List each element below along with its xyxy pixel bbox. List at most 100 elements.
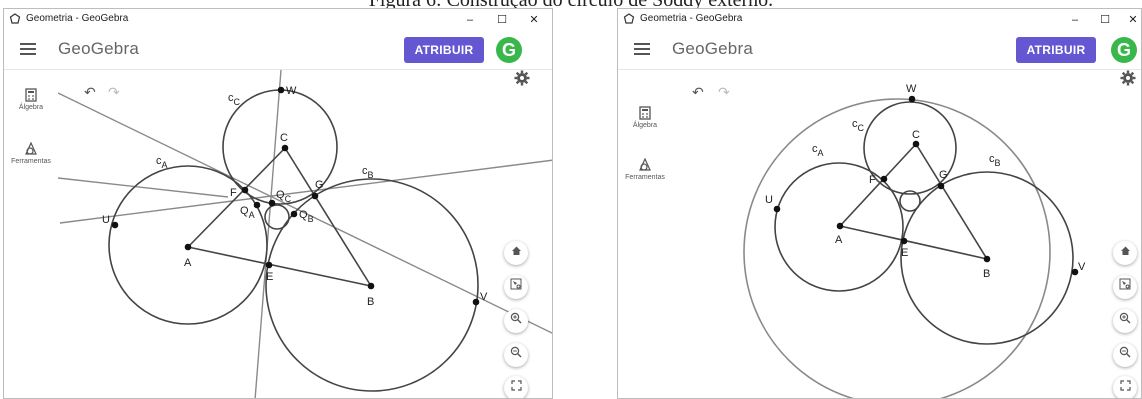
avatar[interactable]: G [496, 37, 522, 63]
minimize-button[interactable]: – [1059, 10, 1091, 30]
construction-drawing: W C cC cA cB F G U A E B V [743, 83, 1086, 398]
sidebar-item-algebra[interactable]: Álgebra [4, 88, 58, 111]
point-U [111, 221, 119, 229]
undo-icon[interactable]: ↶ [692, 84, 704, 101]
label-cB: cB [362, 165, 374, 180]
home-button[interactable] [504, 241, 528, 265]
point-QA [253, 201, 261, 209]
home-button[interactable] [1113, 241, 1137, 265]
geogebra-window-left: Geometria - GeoGebra – ☐ ✕ GeoGebra ATRI… [3, 8, 553, 399]
circle-inner-soddy [264, 204, 290, 230]
zoom-to-fit-button[interactable] [1113, 275, 1137, 299]
brand-logo: GeoGebra [672, 39, 753, 58]
point-A [836, 222, 844, 230]
zoom-in-button[interactable] [504, 309, 528, 333]
app-header: GeoGebra ATRIBUIR G [4, 31, 552, 70]
label-cA: cA [812, 143, 824, 158]
sidebar-label-algebra: Álgebra [18, 104, 44, 111]
title-bar: Geometria - GeoGebra – ☐ ✕ [4, 9, 552, 31]
close-button[interactable]: ✕ [1117, 10, 1141, 30]
fullscreen-button[interactable] [504, 376, 528, 398]
line-vertical-W [254, 70, 282, 398]
label-cA: cA [156, 155, 168, 170]
sidebar: Álgebra Ferramentas [618, 70, 672, 398]
label-QC: QC [276, 189, 292, 204]
sidebar: Álgebra Ferramentas [4, 70, 58, 398]
title-bar: Geometria - GeoGebra – ☐ ✕ [618, 9, 1141, 31]
app-icon [623, 13, 635, 24]
circle-outer-soddy [743, 98, 1051, 398]
label-U: U [102, 214, 110, 226]
close-button[interactable]: ✕ [518, 10, 550, 30]
point-U [773, 205, 781, 213]
label-W: W [286, 85, 297, 97]
point-C [912, 140, 920, 148]
point-W [277, 86, 285, 94]
label-B: B [983, 268, 990, 280]
home-icon [1120, 246, 1130, 255]
point-QC [268, 199, 276, 207]
fullscreen-button[interactable] [1113, 376, 1137, 398]
point-A [184, 243, 192, 251]
menu-icon[interactable] [634, 43, 650, 55]
sidebar-label-tools: Ferramentas [11, 158, 51, 165]
zoom-out-button[interactable] [504, 343, 528, 367]
maximize-button[interactable]: ☐ [486, 10, 518, 30]
zoom-to-fit-icon [510, 278, 522, 290]
tools-icon [639, 158, 651, 171]
minimize-button[interactable]: – [454, 10, 486, 30]
calculator-icon [639, 106, 651, 120]
home-icon [511, 246, 521, 255]
point-C [281, 144, 289, 152]
zoom-to-fit-icon [1119, 278, 1131, 290]
side-AB [187, 246, 372, 287]
side-CB [915, 143, 988, 260]
redo-icon: ↷ [718, 84, 730, 100]
zoom-in-icon [510, 312, 522, 324]
undo-icon[interactable]: ↶ [84, 84, 96, 101]
point-E [265, 261, 273, 269]
app-header: GeoGebra ATRIBUIR G [618, 31, 1141, 70]
zoom-out-button[interactable] [1113, 343, 1137, 367]
label-cC: cC [852, 118, 865, 133]
side-CB [284, 147, 372, 287]
gear-icon[interactable] [1120, 70, 1136, 86]
zoom-out-icon [510, 346, 522, 358]
construction-drawing: W C cC cA cB F G QC QA QB U A E B V [58, 70, 552, 398]
brand-logo: GeoGebra [58, 39, 139, 58]
label-V: V [1078, 261, 1086, 273]
assign-button[interactable]: ATRIBUIR [404, 37, 484, 63]
calculator-icon [25, 88, 37, 102]
sidebar-label-algebra: Álgebra [632, 122, 658, 129]
graphics-view[interactable]: W C cC cA cB F G U A E B V ↶ ↷ [672, 70, 1141, 398]
label-G: G [939, 169, 948, 181]
label-C: C [912, 129, 920, 141]
gear-icon[interactable] [514, 70, 530, 86]
label-F: F [869, 174, 876, 186]
assign-button[interactable]: ATRIBUIR [1016, 37, 1096, 63]
menu-icon[interactable] [20, 43, 36, 55]
sidebar-item-tools[interactable]: Ferramentas [618, 158, 672, 181]
point-QB [290, 210, 298, 218]
zoom-to-fit-button[interactable] [504, 275, 528, 299]
label-B: B [367, 296, 374, 308]
point-G [311, 192, 319, 200]
point-V [472, 298, 480, 306]
zoom-in-button[interactable] [1113, 309, 1137, 333]
sidebar-label-tools: Ferramentas [625, 174, 665, 181]
graphics-view[interactable]: W C cC cA cB F G QC QA QB U A E B V ↶ ↷ [58, 70, 552, 398]
label-G: G [315, 179, 324, 191]
label-W: W [906, 83, 917, 95]
label-F: F [230, 187, 237, 199]
avatar[interactable]: G [1111, 37, 1137, 63]
label-QB: QB [299, 209, 314, 224]
side-AB [839, 225, 988, 260]
point-F [241, 186, 249, 194]
label-E: E [266, 271, 273, 283]
sidebar-item-algebra[interactable]: Álgebra [618, 106, 672, 129]
point-E [900, 237, 908, 245]
tools-icon [25, 142, 37, 155]
point-F [880, 175, 888, 183]
point-W [908, 95, 916, 103]
sidebar-item-tools[interactable]: Ferramentas [4, 142, 58, 165]
